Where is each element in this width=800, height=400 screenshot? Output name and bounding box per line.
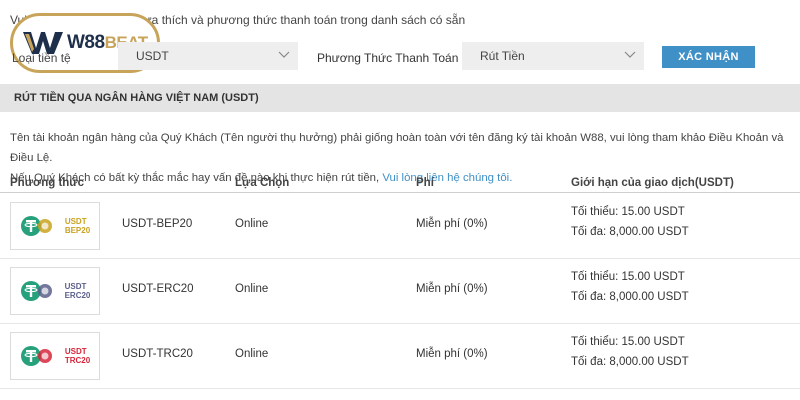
max-limit: Tối đa: 8,000.00 USDT: [571, 226, 689, 238]
section-title: RÚT TIỀN QUA NGÂN HÀNG VIỆT NAM (USDT): [0, 84, 800, 112]
tether-icon: [20, 281, 52, 301]
min-limit: Tối thiểu: 15.00 USDT: [571, 271, 685, 283]
table-row[interactable]: USDT TRC20 USDT-TRC20 Online Miễn phí (0…: [0, 324, 800, 389]
coin-label-line-1: USDT: [64, 282, 87, 291]
table-row[interactable]: USDT ERC20 USDT-ERC20 Online Miễn phí (0…: [0, 259, 800, 324]
coin-label: USDT ERC20: [65, 282, 91, 300]
method-name: USDT-ERC20: [122, 283, 194, 295]
max-limit: Tối đa: 8,000.00 USDT: [571, 356, 689, 368]
coin-label-line-1: USDT: [64, 347, 87, 356]
payment-method-value: Rút Tiền: [480, 49, 525, 63]
coin-logo: USDT ERC20: [10, 267, 100, 315]
confirm-button[interactable]: XÁC NHẬN: [662, 46, 755, 68]
method-name: USDT-BEP20: [122, 218, 193, 230]
tether-icon: [20, 216, 52, 236]
option-value: Online: [235, 348, 269, 360]
payment-method-select[interactable]: Rút Tiền: [462, 42, 644, 70]
coin-logo: USDT TRC20: [10, 332, 100, 380]
currency-label: Loại tiền tệ: [12, 51, 71, 65]
coin-logo: USDT BEP20: [10, 202, 100, 250]
coin-label-line-2: TRC20: [64, 356, 91, 365]
notice-line-1: Tên tài khoản ngân hàng của Quý Khách (T…: [10, 132, 784, 164]
max-limit: Tối đa: 8,000.00 USDT: [571, 291, 689, 303]
option-value: Online: [235, 283, 269, 295]
header-fee: Phí: [416, 177, 434, 189]
min-limit: Tối thiểu: 15.00 USDT: [571, 206, 685, 218]
filter-row: Loại tiền tệ USDT Phương Thức Thanh Toán…: [0, 42, 800, 72]
chevron-down-icon: [278, 51, 290, 58]
min-limit: Tối thiểu: 15.00 USDT: [571, 336, 685, 348]
method-name: USDT-TRC20: [122, 348, 193, 360]
coin-label: USDT BEP20: [65, 217, 90, 235]
fee-value: Miễn phí (0%): [416, 283, 488, 295]
currency-value: USDT: [136, 49, 169, 63]
header-option: Lựa Chọn: [235, 177, 290, 189]
coin-label-line-1: USDT: [64, 217, 87, 226]
fee-value: Miễn phí (0%): [416, 218, 488, 230]
currency-select[interactable]: USDT: [118, 42, 298, 70]
tether-icon: [20, 346, 52, 366]
coin-label-line-2: ERC20: [64, 291, 91, 300]
header-method: Phương thức: [10, 177, 85, 189]
table-row[interactable]: USDT BEP20 USDT-BEP20 Online Miễn phí (0…: [0, 194, 800, 259]
coin-label: USDT TRC20: [65, 347, 90, 365]
coin-label-line-2: BEP20: [64, 226, 91, 235]
table-header: Phương thức Lựa Chọn Phí Giới hạn của gi…: [0, 173, 800, 193]
payment-method-label: Phương Thức Thanh Toán: [317, 51, 459, 65]
fee-value: Miễn phí (0%): [416, 348, 488, 360]
header-limit: Giới hạn của giao dịch(USDT): [571, 177, 734, 189]
option-value: Online: [235, 218, 269, 230]
chevron-down-icon: [624, 51, 636, 58]
